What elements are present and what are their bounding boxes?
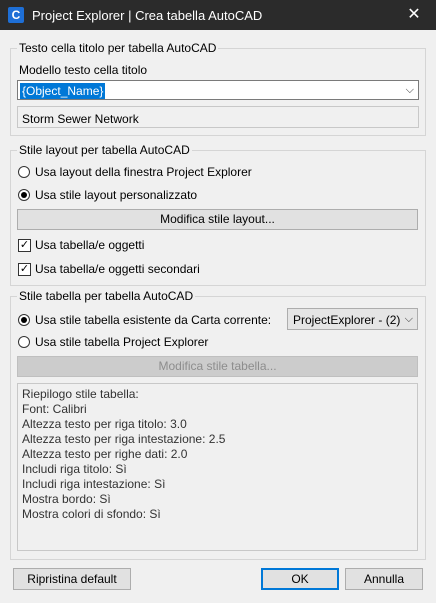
summary-line: Mostra bordo: Sì xyxy=(22,492,111,506)
app-icon: C xyxy=(8,7,24,23)
template-value: {Object_Name} xyxy=(20,83,106,99)
ok-button[interactable]: OK xyxy=(261,568,339,590)
cancel-button[interactable]: Annulla xyxy=(345,568,423,590)
radio-custom-label: Usa stile layout personalizzato xyxy=(35,188,198,202)
modify-layout-button[interactable]: Modifica stile layout... xyxy=(17,209,418,230)
radio-window-layout[interactable] xyxy=(18,166,30,178)
summary-line: Altezza testo per riga intestazione: 2.5 xyxy=(22,432,226,446)
title-bar: C Project Explorer | Crea tabella AutoCA… xyxy=(0,0,436,30)
summary-line: Altezza testo per righe dati: 2.0 xyxy=(22,447,188,461)
radio-custom-layout[interactable] xyxy=(18,189,30,201)
existing-style-value: ProjectExplorer - (2) xyxy=(293,313,401,327)
template-label: Modello testo cella titolo xyxy=(19,63,148,77)
close-icon[interactable]: ✕ xyxy=(392,0,436,30)
group-title: Testo cella titolo per tabella AutoCAD xyxy=(17,41,219,55)
radio-window-label: Usa layout della finestra Project Explor… xyxy=(35,165,252,179)
modify-table-style-button[interactable]: Modifica stile tabella... xyxy=(17,356,418,377)
reset-default-button[interactable]: Ripristina default xyxy=(13,568,131,590)
summary-line: Altezza testo per riga titolo: 3.0 xyxy=(22,417,187,431)
radio-project-label: Usa stile tabella Project Explorer xyxy=(35,335,209,349)
check-secondary-label: Usa tabella/e oggetti secondari xyxy=(35,262,200,276)
preview-value: Storm Sewer Network xyxy=(22,112,139,126)
chevron-down-icon[interactable]: ⌵ xyxy=(405,313,413,326)
group-title: Stile tabella per tabella AutoCAD xyxy=(17,289,196,303)
radio-existing-label: Usa stile tabella esistente da Carta cor… xyxy=(35,313,272,327)
template-combo[interactable]: {Object_Name} ⌵ xyxy=(17,80,419,100)
summary-line: Font: Calibri xyxy=(22,402,87,416)
style-summary: Riepilogo stile tabella: Font: Calibri A… xyxy=(17,383,418,551)
radio-existing-style[interactable] xyxy=(18,314,30,326)
check-objects-label: Usa tabella/e oggetti xyxy=(35,238,145,252)
summary-line: Mostra colori di sfondo: Sì xyxy=(22,507,161,521)
check-secondary-checkbox[interactable]: ✓ xyxy=(18,263,31,276)
window-title: Project Explorer | Crea tabella AutoCAD xyxy=(32,8,263,23)
chevron-down-icon[interactable]: ⌵ xyxy=(406,84,414,97)
radio-project-style[interactable] xyxy=(18,336,30,348)
check-objects-checkbox[interactable]: ✓ xyxy=(18,239,31,252)
summary-line: Includi riga intestazione: Sì xyxy=(22,477,166,491)
existing-style-combo[interactable]: ProjectExplorer - (2) ⌵ xyxy=(287,308,418,330)
group-title: Stile layout per tabella AutoCAD xyxy=(17,143,192,157)
summary-line: Includi riga titolo: Sì xyxy=(22,462,127,476)
title-preview: Storm Sewer Network xyxy=(17,106,419,128)
summary-line: Riepilogo stile tabella: xyxy=(22,387,139,401)
